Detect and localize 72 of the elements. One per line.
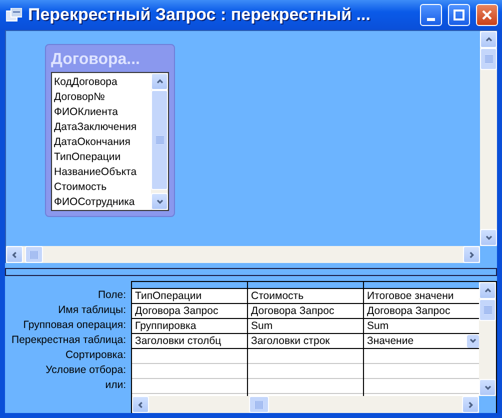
maximize-button[interactable] <box>448 4 470 26</box>
row-label: Групповая операция: <box>23 318 126 333</box>
scroll-thumb[interactable] <box>479 299 496 321</box>
scroll-thumb[interactable] <box>151 90 168 190</box>
field-item[interactable]: ДатаЗаключения <box>54 120 151 135</box>
scroll-right-button[interactable] <box>462 396 479 413</box>
grid-cell[interactable]: Значение <box>364 334 479 349</box>
horizontal-scrollbar[interactable] <box>132 396 479 413</box>
close-button[interactable] <box>476 4 498 26</box>
field-list-table[interactable]: Договора... КодДоговора Договор№ ФИОКлиента ДатаЗаключения ДатаОкончания ТипОперации НазваниеОбъкта Стоимость ФИОСотрудника <box>45 44 175 217</box>
grid-cell[interactable]: ТипОперации <box>132 289 247 304</box>
minimize-button[interactable] <box>420 4 442 26</box>
grip-icon <box>484 55 492 63</box>
row-label: Сортировка: <box>65 348 126 363</box>
vertical-scrollbar[interactable] <box>480 31 497 246</box>
field-item[interactable]: ФИОКлиента <box>54 105 151 120</box>
grid-cell[interactable]: Договора Запрос <box>132 304 247 319</box>
chevron-left-icon <box>136 400 146 410</box>
field-item[interactable]: НазваниеОбъкта <box>54 165 151 180</box>
field-item[interactable]: ТипОперации <box>54 150 151 165</box>
grid-cell[interactable]: Группировка <box>132 319 247 334</box>
grip-icon <box>30 250 38 258</box>
row-label: или: <box>105 378 126 393</box>
grip-icon <box>156 136 164 144</box>
vertical-scrollbar[interactable] <box>151 73 168 210</box>
scroll-down-button[interactable] <box>151 193 168 210</box>
close-icon <box>481 9 493 21</box>
column-selector[interactable] <box>364 282 479 289</box>
scroll-down-button[interactable] <box>479 379 496 396</box>
maximize-icon <box>453 9 465 21</box>
grid-cell[interactable]: Договора Запрос <box>248 304 363 319</box>
scroll-left-button[interactable] <box>132 396 149 413</box>
field-item[interactable]: КодДоговора <box>54 75 151 90</box>
field-item[interactable]: ФИОСотрудника <box>54 195 151 210</box>
scroll-down-button[interactable] <box>480 229 497 246</box>
column-selector[interactable] <box>132 282 247 289</box>
scroll-up-button[interactable] <box>480 31 497 48</box>
scroll-up-button[interactable] <box>479 282 496 299</box>
scroll-up-button[interactable] <box>151 73 168 90</box>
scroll-thumb[interactable] <box>480 48 497 70</box>
row-label: Перекрестная таблица: <box>12 333 126 348</box>
grip-icon <box>484 306 492 314</box>
table-title: Договора... <box>51 50 141 70</box>
column-selector[interactable] <box>248 282 363 289</box>
splitter-bar[interactable] <box>5 268 497 276</box>
window-title: Перекрестный Запрос : перекрестный ... <box>28 5 372 25</box>
minimize-icon <box>427 18 435 20</box>
field-item[interactable]: Стоимость <box>54 180 151 195</box>
grid-cell[interactable]: Заголовки строк <box>248 334 363 349</box>
scroll-left-button[interactable] <box>6 246 23 263</box>
scroll-thumb[interactable] <box>25 246 43 263</box>
grid-cell[interactable]: Стоимость <box>248 289 363 304</box>
row-label: Имя таблицы: <box>58 303 126 318</box>
dropdown-button[interactable] <box>467 334 479 348</box>
chevron-up-icon <box>482 286 492 296</box>
grid-cell[interactable]: Заголовки столбц <box>132 334 247 349</box>
horizontal-scrollbar[interactable] <box>6 246 480 263</box>
scrollbar-corner <box>479 396 496 413</box>
row-label: Условие отбора: <box>46 363 126 378</box>
chevron-left-icon <box>10 250 20 260</box>
grip-icon <box>255 400 263 408</box>
chevron-up-icon <box>484 34 494 44</box>
scroll-thumb[interactable] <box>249 396 269 413</box>
scroll-right-button[interactable] <box>463 246 480 263</box>
query-icon <box>6 8 22 22</box>
chevron-down-icon <box>468 336 478 346</box>
chevron-up-icon <box>154 76 164 86</box>
field-item[interactable]: ДатаОкончания <box>54 135 151 150</box>
vertical-scrollbar[interactable] <box>479 282 496 396</box>
row-label: Поле: <box>98 288 126 303</box>
grid-cell[interactable]: Sum <box>248 319 363 334</box>
field-item[interactable]: Договор№ <box>54 90 151 105</box>
